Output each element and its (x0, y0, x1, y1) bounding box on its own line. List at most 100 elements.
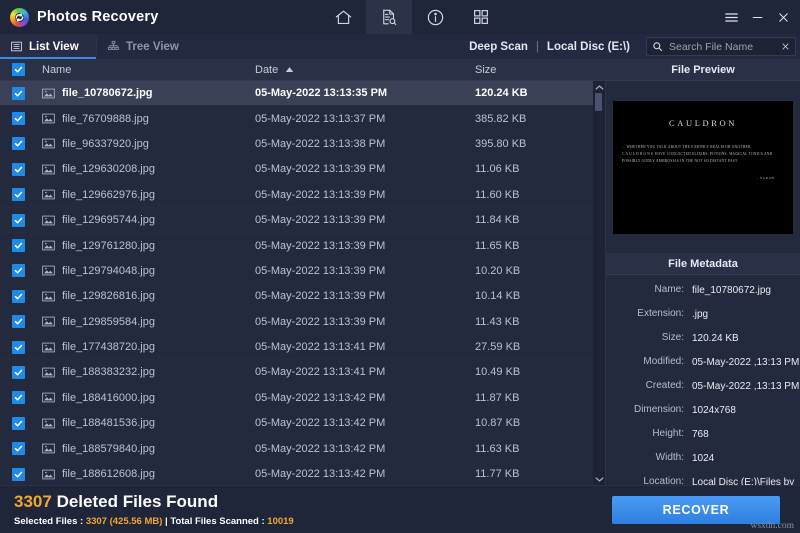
table-row[interactable]: file_129662976.jpg 05-May-2022 13:13:39 P… (0, 183, 605, 208)
table-row[interactable]: file_10780672.jpg 05-May-2022 13:13:35 PM… (0, 81, 605, 107)
row-checkbox[interactable] (0, 416, 36, 430)
column-header-name[interactable]: Name (36, 64, 255, 76)
table-row[interactable]: file_96337920.jpg 05-May-2022 13:13:38 PM… (0, 132, 605, 158)
preview-body-line-4: PAST. (727, 159, 739, 164)
row-file-name: file_129662976.jpg (62, 188, 155, 201)
column-header-date[interactable]: Date (255, 64, 475, 76)
table-row[interactable]: file_188481536.jpg 05-May-2022 13:13:42 P… (0, 411, 605, 437)
row-file-name: file_177438720.jpg (62, 341, 155, 354)
select-all-checkbox[interactable] (0, 63, 36, 76)
row-checkbox[interactable] (0, 315, 36, 329)
table-row[interactable]: file_76709888.jpg 05-May-2022 13:13:37 PM… (0, 106, 605, 132)
row-size-cell: 11.60 KB (475, 188, 520, 201)
row-checkbox[interactable] (0, 162, 36, 176)
row-checkbox[interactable] (0, 213, 36, 227)
row-file-name: file_129859584.jpg (62, 315, 155, 328)
row-checkbox[interactable] (0, 289, 36, 303)
drive-label[interactable]: Local Disc (E:\) (539, 41, 638, 53)
scrollbar-thumb[interactable] (595, 93, 602, 111)
row-checkbox[interactable] (0, 86, 36, 100)
row-date-cell: 05-May-2022 13:13:39 PM (255, 214, 386, 227)
row-checkbox[interactable] (0, 365, 36, 379)
row-checkbox[interactable] (0, 340, 36, 354)
row-size-cell: 10.14 KB (475, 290, 521, 303)
scan-filters: Deep Scan | Local Disc (E:\) Search File… (461, 34, 800, 59)
row-size-cell: 10.20 KB (475, 264, 521, 277)
search-icon (652, 41, 663, 52)
tab-list-view-label: List View (29, 40, 79, 53)
row-checkbox[interactable] (0, 467, 36, 481)
row-checkbox[interactable] (0, 442, 36, 456)
row-checkbox[interactable] (0, 112, 36, 126)
table-row[interactable]: file_129761280.jpg 05-May-2022 13:13:39 P… (0, 233, 605, 259)
row-date-cell: 05-May-2022 13:13:37 PM (255, 112, 386, 125)
file-list-pane: Name Date Size file_10780672.jpg 05-May-2… (0, 59, 605, 485)
close-icon[interactable] (770, 0, 800, 34)
table-row[interactable]: file_129630208.jpg 05-May-2022 13:13:39 P… (0, 157, 605, 183)
row-size-cell: 11.63 KB (475, 442, 520, 455)
scanned-files-prefix: Total Files Scanned : (170, 515, 268, 527)
metadata-key: Size: (661, 332, 684, 343)
table-row[interactable]: file_188612608.jpg 05-May-2022 13:13:42 P… (0, 462, 605, 485)
metadata-value: file_10780672.jpg (692, 285, 771, 296)
hamburger-menu-icon[interactable] (718, 0, 744, 34)
checkbox-checked-icon (11, 340, 25, 354)
scroll-up-icon[interactable] (595, 81, 604, 93)
checkbox-checked-icon (11, 442, 25, 456)
file-metadata-list: Name: file_10780672.jpg Extension: .jpg Size… (606, 275, 800, 515)
row-name-cell: file_129662976.jpg (36, 189, 255, 201)
metadata-value: 1024 (692, 453, 715, 464)
row-date-cell: 05-May-2022 13:13:42 PM (255, 391, 386, 404)
table-row[interactable]: file_129826816.jpg 05-May-2022 13:13:39 P… (0, 284, 605, 310)
row-name-cell: file_129826816.jpg (36, 290, 255, 302)
home-icon[interactable] (320, 0, 366, 34)
row-name-cell: file_188612608.jpg (36, 468, 255, 480)
row-checkbox[interactable] (0, 188, 36, 202)
metadata-row: Name: file_10780672.jpg (606, 284, 800, 299)
image-file-icon (42, 316, 55, 327)
metadata-row: Extension: .jpg (606, 308, 800, 323)
table-row[interactable]: file_188416000.jpg 05-May-2022 13:13:42 P… (0, 386, 605, 412)
metadata-value: 120.24 KB (692, 333, 739, 344)
row-size-cell: 11.77 KB (475, 468, 520, 481)
grid-view-icon[interactable] (458, 0, 504, 34)
row-checkbox[interactable] (0, 239, 36, 253)
search-box[interactable]: Search File Name (646, 37, 796, 56)
image-file-icon (42, 189, 55, 200)
minimize-icon[interactable] (744, 0, 770, 34)
preview-image[interactable]: CAULDRON ... WHETHER YOU TALK ABOUT THE … (613, 100, 793, 234)
table-row[interactable]: file_129695744.jpg 05-May-2022 13:13:39 P… (0, 208, 605, 234)
table-row[interactable]: file_188383232.jpg 05-May-2022 13:13:41 P… (0, 360, 605, 386)
info-icon[interactable] (412, 0, 458, 34)
search-input[interactable]: Search File Name (669, 41, 775, 53)
preview-body-line-2: HAVE CONCOCTED ELIXIRS, POTIONS, MAGICAL (655, 151, 748, 156)
row-size-cell: 10.87 KB (475, 417, 521, 430)
tab-tree-view[interactable]: Tree View (97, 34, 193, 59)
table-row[interactable]: file_177438720.jpg 05-May-2022 13:13:41 P… (0, 335, 605, 361)
scrollbar-track[interactable] (593, 93, 605, 473)
row-file-name: file_129826816.jpg (62, 290, 155, 303)
row-file-name: file_76709888.jpg (62, 112, 149, 125)
vertical-scrollbar[interactable] (593, 81, 605, 485)
table-row[interactable]: file_188579840.jpg 05-May-2022 13:13:42 P… (0, 436, 605, 462)
preview-body-line-1: ... WHETHER YOU TALK ABOUT THE EARTHLY R… (622, 144, 752, 149)
row-size-cell: 11.84 KB (475, 214, 520, 227)
scan-document-icon[interactable] (366, 0, 413, 34)
scroll-down-icon[interactable] (595, 473, 604, 485)
scan-mode-label[interactable]: Deep Scan (461, 41, 536, 53)
recover-button[interactable]: RECOVER (612, 496, 780, 524)
table-row[interactable]: file_129794048.jpg 05-May-2022 13:13:39 P… (0, 259, 605, 285)
row-checkbox[interactable] (0, 391, 36, 405)
tab-list-view[interactable]: List View (0, 34, 96, 59)
row-name-cell: file_96337920.jpg (36, 138, 255, 150)
row-date-cell: 05-May-2022 13:13:39 PM (255, 163, 386, 176)
row-checkbox[interactable] (0, 137, 36, 151)
column-header-size[interactable]: Size (475, 64, 605, 76)
metadata-row: Modified: 05-May-2022 ,13:13 PM (606, 356, 800, 371)
table-row[interactable]: file_129859584.jpg 05-May-2022 13:13:39 P… (0, 310, 605, 335)
row-size-cell: 395.80 KB (475, 137, 527, 150)
row-name-cell: file_188416000.jpg (36, 392, 255, 404)
row-checkbox[interactable] (0, 264, 36, 278)
footer-bar: 3307 Deleted Files Found Selected Files … (0, 485, 800, 533)
clear-icon[interactable] (781, 42, 790, 51)
